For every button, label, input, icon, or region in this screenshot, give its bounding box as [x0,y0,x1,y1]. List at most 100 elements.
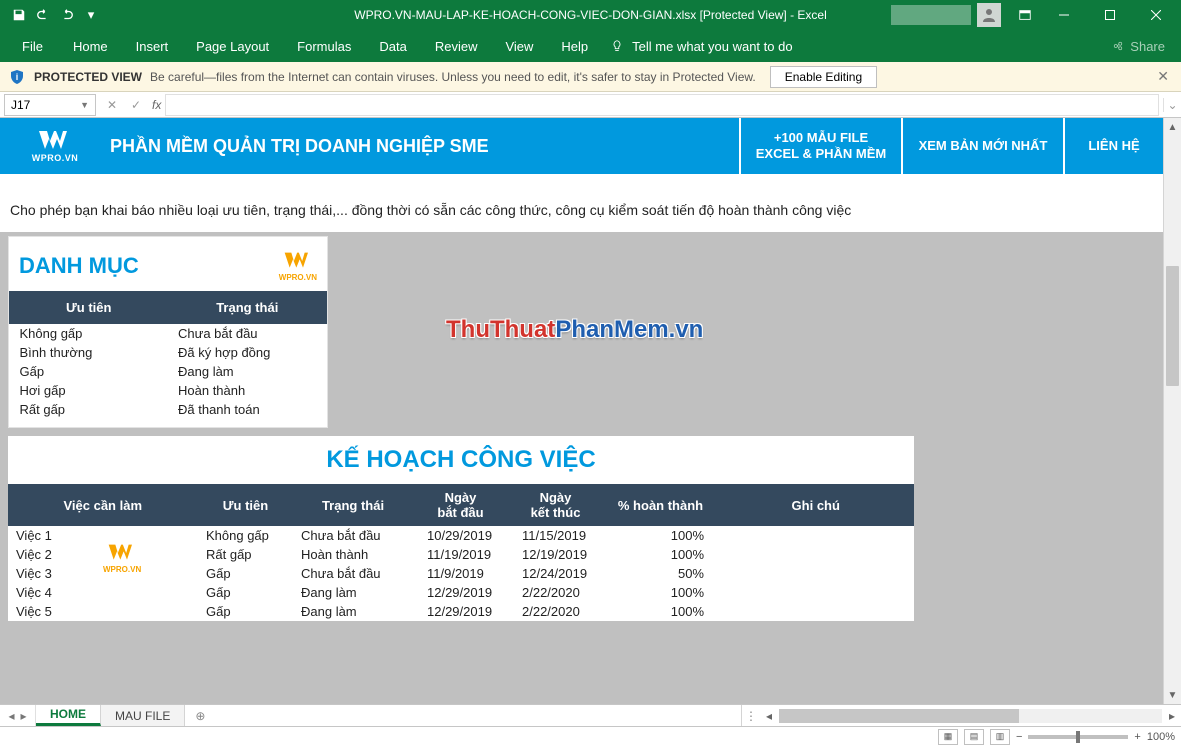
scroll-thumb[interactable] [1166,266,1179,386]
zoom-handle[interactable] [1076,731,1080,743]
col-header: % hoàn thành [603,484,718,526]
scroll-up-icon[interactable]: ▲ [1164,118,1181,136]
tab-review[interactable]: Review [421,30,492,62]
redo-icon[interactable] [56,4,78,26]
scroll-right-icon[interactable]: ▸ [1163,709,1181,723]
cell-ghichu [718,526,914,545]
hscroll-track[interactable] [779,709,1162,723]
minimize-button[interactable] [1041,0,1087,30]
close-button[interactable] [1133,0,1179,30]
kehoach-title: KẾ HOẠCH CÔNG VIỆC [8,440,914,484]
cell-uutien: Không gấp [198,526,293,545]
cancel-formula-icon[interactable]: ✕ [100,98,124,112]
brand-logo-inline: WPRO.VN [103,543,141,573]
cell-viec: Việc 2WPRO.VN [8,545,198,564]
col-header: Việc cần làm [8,484,198,526]
qat-customize-icon[interactable]: ▾ [80,4,102,26]
col-header: Ghi chú [718,484,914,526]
scroll-track[interactable] [1164,136,1181,686]
sheet-tab-maufile[interactable]: MAU FILE [101,705,185,726]
hscroll-thumb[interactable] [779,709,1019,723]
tell-me[interactable]: Tell me what you want to do [610,39,792,54]
danhmuc-title: DANH MỤC [19,253,139,279]
col-uutien: Ưu tiên [10,292,169,324]
fx-icon[interactable]: fx [152,98,161,112]
zoom-level[interactable]: 100% [1147,731,1175,743]
danhmuc-table: Ưu tiên Trạng thái Không gấpChưa bắt đầu… [9,291,327,427]
col-header: Ngàykết thúc [508,484,603,526]
svg-text:i: i [16,72,19,82]
status-bar: ▦ ▤ ▥ − + 100% [0,726,1181,746]
brand-logo: WPRO.VN [0,118,110,174]
cell-pct: 100% [603,583,718,602]
cell-ngaykt: 12/19/2019 [508,545,603,564]
cell-ngaykt: 2/22/2020 [508,583,603,602]
tab-page-layout[interactable]: Page Layout [182,30,283,62]
w-logo-icon [37,129,73,153]
table-row: Bình thườngĐã ký hợp đồng [10,343,327,362]
sheet-tab-home[interactable]: HOME [36,705,101,726]
vertical-scrollbar[interactable]: ▲ ▼ [1163,118,1181,704]
tab-help[interactable]: Help [547,30,602,62]
cell-trangthai: Đã thanh toán [168,400,327,427]
tab-formulas[interactable]: Formulas [283,30,365,62]
add-sheet-button[interactable]: ⊕ [185,705,215,726]
formula-input[interactable] [165,94,1159,116]
maximize-button[interactable] [1087,0,1133,30]
chevron-down-icon[interactable]: ▼ [80,100,89,110]
window-title: WPRO.VN-MAU-LAP-KE-HOACH-CONG-VIEC-DON-G… [354,8,827,22]
split-handle-icon[interactable]: ⋮ [742,709,760,723]
view-normal-icon[interactable]: ▦ [938,729,958,745]
cell-uutien: Rất gấp [198,545,293,564]
view-page-break-icon[interactable]: ▥ [990,729,1010,745]
banner-title: PHẦN MỀM QUẢN TRỊ DOANH NGHIỆP SME [110,118,739,174]
col-trangthai: Trạng thái [168,292,327,324]
cell-ngaykt: 2/22/2020 [508,602,603,621]
tab-insert[interactable]: Insert [122,30,183,62]
ribbon: File Home Insert Page Layout Formulas Da… [0,30,1181,62]
expand-formula-icon[interactable]: ⌄ [1163,98,1181,112]
sheet-pane[interactable]: WPRO.VN PHẦN MỀM QUẢN TRỊ DOANH NGHIỆP S… [0,118,1163,704]
banner-btn-newest[interactable]: XEM BẢN MỚI NHẤT [901,118,1063,174]
titlebar: ▾ WPRO.VN-MAU-LAP-KE-HOACH-CONG-VIEC-DON… [0,0,1181,30]
save-icon[interactable] [8,4,30,26]
cell-trangthai: Chưa bắt đầu [293,564,413,583]
next-sheet-icon[interactable]: ▸ [21,709,27,723]
zoom-slider[interactable] [1028,735,1128,739]
undo-icon[interactable] [32,4,54,26]
tab-data[interactable]: Data [365,30,420,62]
close-bar-icon[interactable]: ✕ [1153,68,1173,85]
kehoach-box: KẾ HOẠCH CÔNG VIỆC Việc cần làmƯu tiênTr… [8,436,914,621]
tab-view[interactable]: View [491,30,547,62]
scroll-left-icon[interactable]: ◂ [760,709,778,723]
banner-btn-files[interactable]: +100 MẪU FILEEXCEL & PHẦN MỀM [739,118,901,174]
tab-file[interactable]: File [6,30,59,62]
cell-trangthai: Đang làm [293,583,413,602]
description-text: Cho phép bạn khai báo nhiều loại ưu tiên… [0,174,1163,232]
ribbon-display-options-icon[interactable] [1009,8,1041,22]
view-page-layout-icon[interactable]: ▤ [964,729,984,745]
cell-pct: 100% [603,545,718,564]
cell-trangthai: Đang làm [293,602,413,621]
name-box[interactable]: J17 ▼ [4,94,96,116]
prev-sheet-icon[interactable]: ◂ [8,709,14,723]
zoom-out-button[interactable]: − [1016,731,1022,743]
table-row: Việc 3 Gấp Chưa bắt đầu 11/9/2019 12/24/… [8,564,914,583]
enter-formula-icon[interactable]: ✓ [124,98,148,112]
horizontal-scrollbar[interactable]: ⋮ ◂ ▸ [741,705,1181,726]
cell-ngaybd: 10/29/2019 [413,526,508,545]
tab-home[interactable]: Home [59,30,122,62]
cell-uutien: Hơi gấp [10,381,169,400]
enable-editing-button[interactable]: Enable Editing [770,66,877,88]
top-banner: WPRO.VN PHẦN MỀM QUẢN TRỊ DOANH NGHIỆP S… [0,118,1163,174]
share-button[interactable]: Share [1112,39,1175,54]
user-avatar[interactable] [977,3,1001,27]
zoom-in-button[interactable]: + [1134,731,1140,743]
cell-uutien: Gấp [198,602,293,621]
scroll-down-icon[interactable]: ▼ [1164,686,1181,704]
cell-ghichu [718,545,914,564]
banner-btn-contact[interactable]: LIÊN HỆ [1063,118,1163,174]
tab-nav-arrows[interactable]: ◂ ▸ [0,705,36,726]
table-row: Hơi gấpHoàn thành [10,381,327,400]
cell-pct: 50% [603,564,718,583]
